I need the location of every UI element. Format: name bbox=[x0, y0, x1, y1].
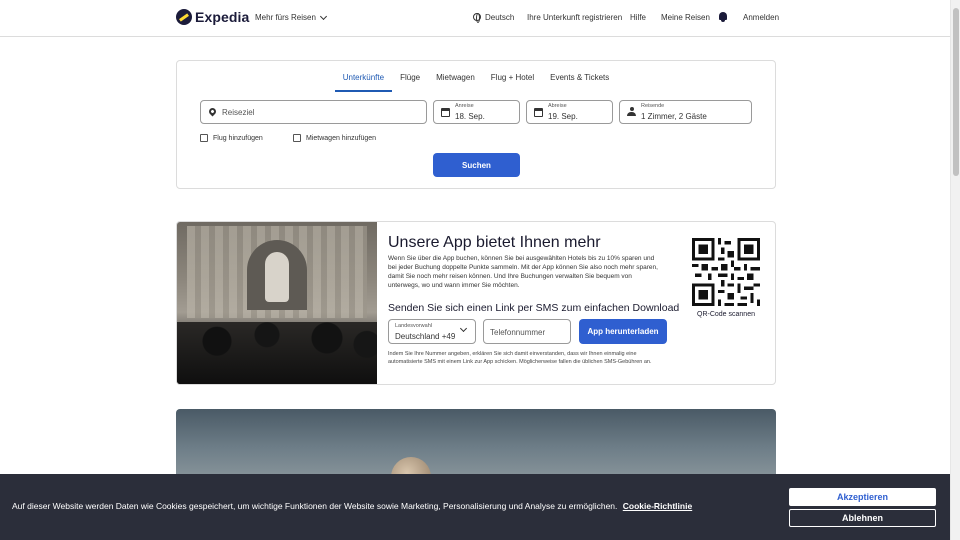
tab-flights[interactable]: Flüge bbox=[392, 73, 428, 92]
photo-statue bbox=[265, 252, 289, 302]
chevron-down-icon bbox=[459, 324, 468, 333]
qr-code-icon bbox=[692, 238, 760, 306]
bell-clapper bbox=[721, 20, 725, 22]
cookie-policy-link[interactable]: Cookie-Richtlinie bbox=[623, 501, 692, 511]
checkout-value: 19. Sep. bbox=[548, 112, 578, 121]
app-promo-description: Wenn Sie über die App buchen, können Sie… bbox=[388, 255, 658, 289]
travelers-field[interactable]: Reisende 1 Zimmer, 2 Gäste bbox=[619, 100, 752, 124]
language-label: Deutsch bbox=[485, 13, 515, 22]
destination-field[interactable]: Reiseziel bbox=[200, 100, 427, 124]
add-car-checkbox-row[interactable]: Mietwagen hinzufügen bbox=[293, 134, 376, 142]
help-link[interactable]: Hilfe bbox=[630, 13, 646, 22]
expedia-logo[interactable]: Expedia bbox=[176, 9, 249, 25]
more-trips-menu[interactable]: Mehr fürs Reisen bbox=[255, 12, 327, 22]
checkin-field[interactable]: Anreise 18. Sep. bbox=[433, 100, 520, 124]
tab-cars[interactable]: Mietwagen bbox=[428, 73, 483, 92]
globe-icon bbox=[473, 13, 481, 23]
travelers-label: Reisende bbox=[641, 103, 665, 109]
tab-flight-hotel[interactable]: Flug + Hotel bbox=[483, 73, 542, 92]
register-property-link[interactable]: Ihre Unterkunft registrieren bbox=[527, 13, 622, 22]
checkout-label: Abreise bbox=[548, 103, 567, 109]
my-trips-link[interactable]: Meine Reisen bbox=[661, 13, 710, 22]
trevi-fountain-photo bbox=[177, 222, 377, 384]
tab-events[interactable]: Events & Tickets bbox=[542, 73, 617, 92]
cookie-text-row: Auf dieser Website werden Daten wie Cook… bbox=[12, 501, 692, 511]
top-header: Expedia Mehr fürs Reisen Deutsch Ihre Un… bbox=[0, 0, 950, 37]
country-code-label: Landesvorwahl bbox=[395, 323, 432, 329]
calendar-icon bbox=[534, 108, 543, 117]
search-button[interactable]: Suchen bbox=[433, 153, 520, 177]
logo-text: Expedia bbox=[195, 9, 250, 25]
checkin-value: 18. Sep. bbox=[455, 112, 485, 121]
search-tabs: Unterkünfte Flüge Mietwagen Flug + Hotel… bbox=[177, 73, 775, 92]
phone-number-input[interactable]: Telefonnummer bbox=[483, 319, 571, 344]
bell-icon[interactable] bbox=[718, 12, 728, 22]
person-icon bbox=[627, 107, 636, 117]
country-code-value: Deutschland +49 bbox=[395, 332, 456, 341]
logo-icon bbox=[176, 9, 192, 25]
sms-legal-text: Indem Sie Ihre Nummer angeben, erklären … bbox=[388, 351, 652, 365]
add-car-checkbox[interactable] bbox=[293, 134, 301, 142]
checkin-label: Anreise bbox=[455, 103, 474, 109]
accept-cookies-button[interactable]: Akzeptieren bbox=[789, 488, 936, 506]
cookie-message: Auf dieser Website werden Daten wie Cook… bbox=[12, 501, 618, 511]
add-flight-checkbox-row[interactable]: Flug hinzufügen bbox=[200, 134, 263, 142]
sign-in-link[interactable]: Anmelden bbox=[743, 13, 779, 22]
cookie-banner: Auf dieser Website werden Daten wie Cook… bbox=[0, 474, 950, 540]
country-code-select[interactable]: Landesvorwahl Deutschland +49 bbox=[388, 319, 476, 344]
map-pin-icon bbox=[207, 106, 218, 117]
decline-cookies-button[interactable]: Ablehnen bbox=[789, 509, 936, 527]
add-car-label: Mietwagen hinzufügen bbox=[306, 134, 377, 142]
search-card: Unterkünfte Flüge Mietwagen Flug + Hotel… bbox=[176, 60, 776, 189]
travelers-value: 1 Zimmer, 2 Gäste bbox=[641, 112, 707, 121]
app-promo-title: Unsere App bietet Ihnen mehr bbox=[388, 234, 601, 251]
tab-stays[interactable]: Unterkünfte bbox=[334, 73, 393, 92]
checkout-field[interactable]: Abreise 19. Sep. bbox=[526, 100, 613, 124]
add-flight-checkbox[interactable] bbox=[200, 134, 208, 142]
language-selector[interactable]: Deutsch bbox=[473, 13, 515, 23]
qr-code-label: QR-Code scannen bbox=[697, 311, 755, 318]
app-promo-card: Unsere App bietet Ihnen mehr Wenn Sie üb… bbox=[176, 221, 776, 385]
page-scrollbar[interactable] bbox=[950, 0, 960, 540]
sms-subtitle: Senden Sie sich einen Link per SMS zum e… bbox=[388, 302, 680, 314]
add-flight-label: Flug hinzufügen bbox=[213, 134, 263, 142]
photo-crowd bbox=[177, 322, 377, 384]
bell-body bbox=[719, 12, 727, 20]
destination-placeholder: Reiseziel bbox=[222, 108, 255, 117]
scrollbar-thumb[interactable] bbox=[953, 8, 959, 176]
more-trips-label: Mehr fürs Reisen bbox=[255, 13, 316, 22]
calendar-icon bbox=[441, 108, 450, 117]
chevron-down-icon bbox=[319, 12, 327, 20]
download-app-button[interactable]: App herunterladen bbox=[579, 319, 667, 344]
